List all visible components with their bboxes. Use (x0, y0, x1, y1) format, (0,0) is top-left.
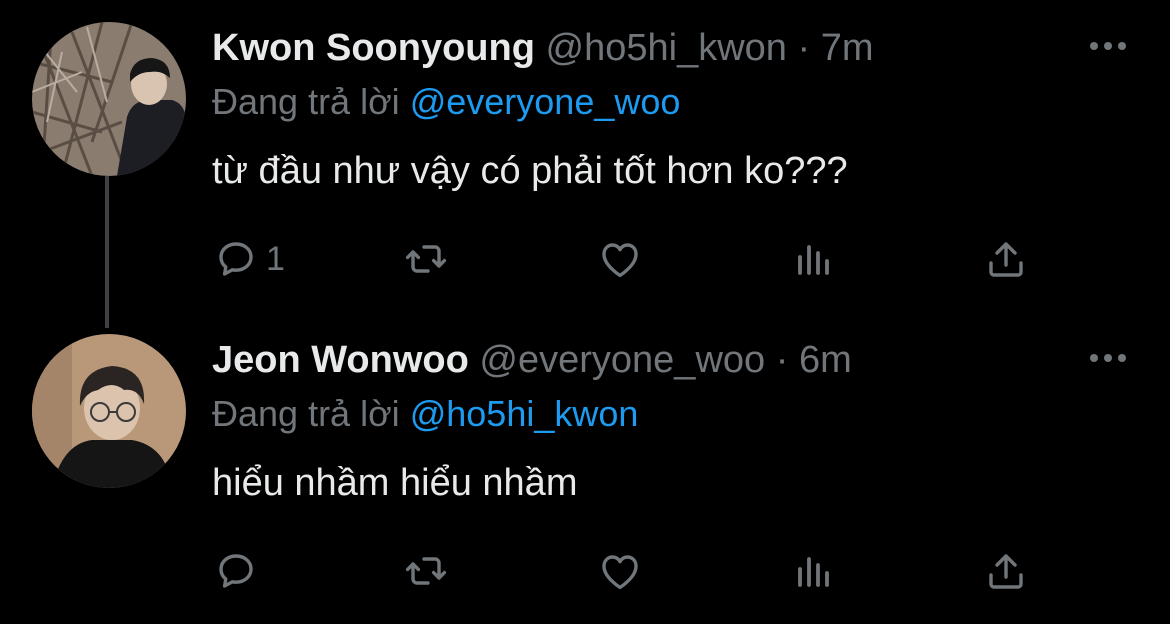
reply-count: 1 (266, 240, 285, 278)
retweet-icon (405, 557, 447, 585)
tweet-actions (212, 546, 1072, 596)
more-horizontal-icon (1090, 354, 1126, 362)
share-icon (989, 242, 1023, 277)
reply-icon (219, 242, 253, 276)
retweet-button[interactable] (402, 546, 450, 596)
tweet-header: Jeon Wonwoo @everyone_woo · 6m (212, 338, 852, 382)
reply-icon (219, 554, 253, 588)
share-button[interactable] (982, 546, 1030, 596)
reply-button[interactable] (212, 546, 266, 596)
like-button[interactable] (596, 234, 644, 284)
views-icon (798, 245, 829, 275)
like-icon (602, 243, 638, 278)
mention-link[interactable]: @everyone_woo (410, 81, 681, 122)
reply-button[interactable]: 1 (212, 234, 285, 284)
more-options-button[interactable] (1086, 36, 1130, 56)
share-button[interactable] (982, 234, 1030, 284)
tweet-actions: 1 (212, 234, 1072, 284)
display-name[interactable]: Kwon Soonyoung (212, 27, 535, 69)
tweet-text: từ đầu như vậy có phải tốt hơn ko??? (212, 150, 848, 192)
user-handle[interactable]: @everyone_woo (479, 339, 765, 381)
separator-dot: · (775, 339, 789, 381)
replying-to: Đang trả lời @everyone_woo (212, 80, 680, 124)
avatar[interactable] (32, 22, 186, 176)
separator-dot: · (797, 27, 811, 69)
views-button[interactable] (790, 234, 838, 284)
like-icon (602, 555, 638, 590)
share-icon (989, 554, 1023, 589)
timestamp[interactable]: 6m (799, 339, 852, 381)
replying-to: Đang trả lời @ho5hi_kwon (212, 392, 638, 436)
tweet[interactable]: Kwon Soonyoung @ho5hi_kwon · 7m Đang trả… (0, 0, 1170, 312)
retweet-icon (405, 245, 447, 273)
tweet-text: hiểu nhầm hiểu nhầm (212, 462, 578, 504)
views-icon (798, 557, 829, 587)
tweet-thread: Kwon Soonyoung @ho5hi_kwon · 7m Đang trả… (0, 0, 1170, 624)
replying-to-label: Đang trả lời (212, 81, 400, 122)
more-options-button[interactable] (1086, 348, 1130, 368)
like-button[interactable] (596, 546, 644, 596)
mention-link[interactable]: @ho5hi_kwon (410, 393, 639, 434)
display-name[interactable]: Jeon Wonwoo (212, 339, 469, 381)
views-button[interactable] (790, 546, 838, 596)
user-handle[interactable]: @ho5hi_kwon (546, 27, 787, 69)
avatar[interactable] (32, 334, 186, 488)
replying-to-label: Đang trả lời (212, 393, 400, 434)
more-horizontal-icon (1090, 42, 1126, 50)
retweet-button[interactable] (402, 234, 450, 284)
timestamp[interactable]: 7m (821, 27, 874, 69)
tweet-header: Kwon Soonyoung @ho5hi_kwon · 7m (212, 26, 874, 70)
tweet[interactable]: Jeon Wonwoo @everyone_woo · 6m Đang trả … (0, 312, 1170, 624)
